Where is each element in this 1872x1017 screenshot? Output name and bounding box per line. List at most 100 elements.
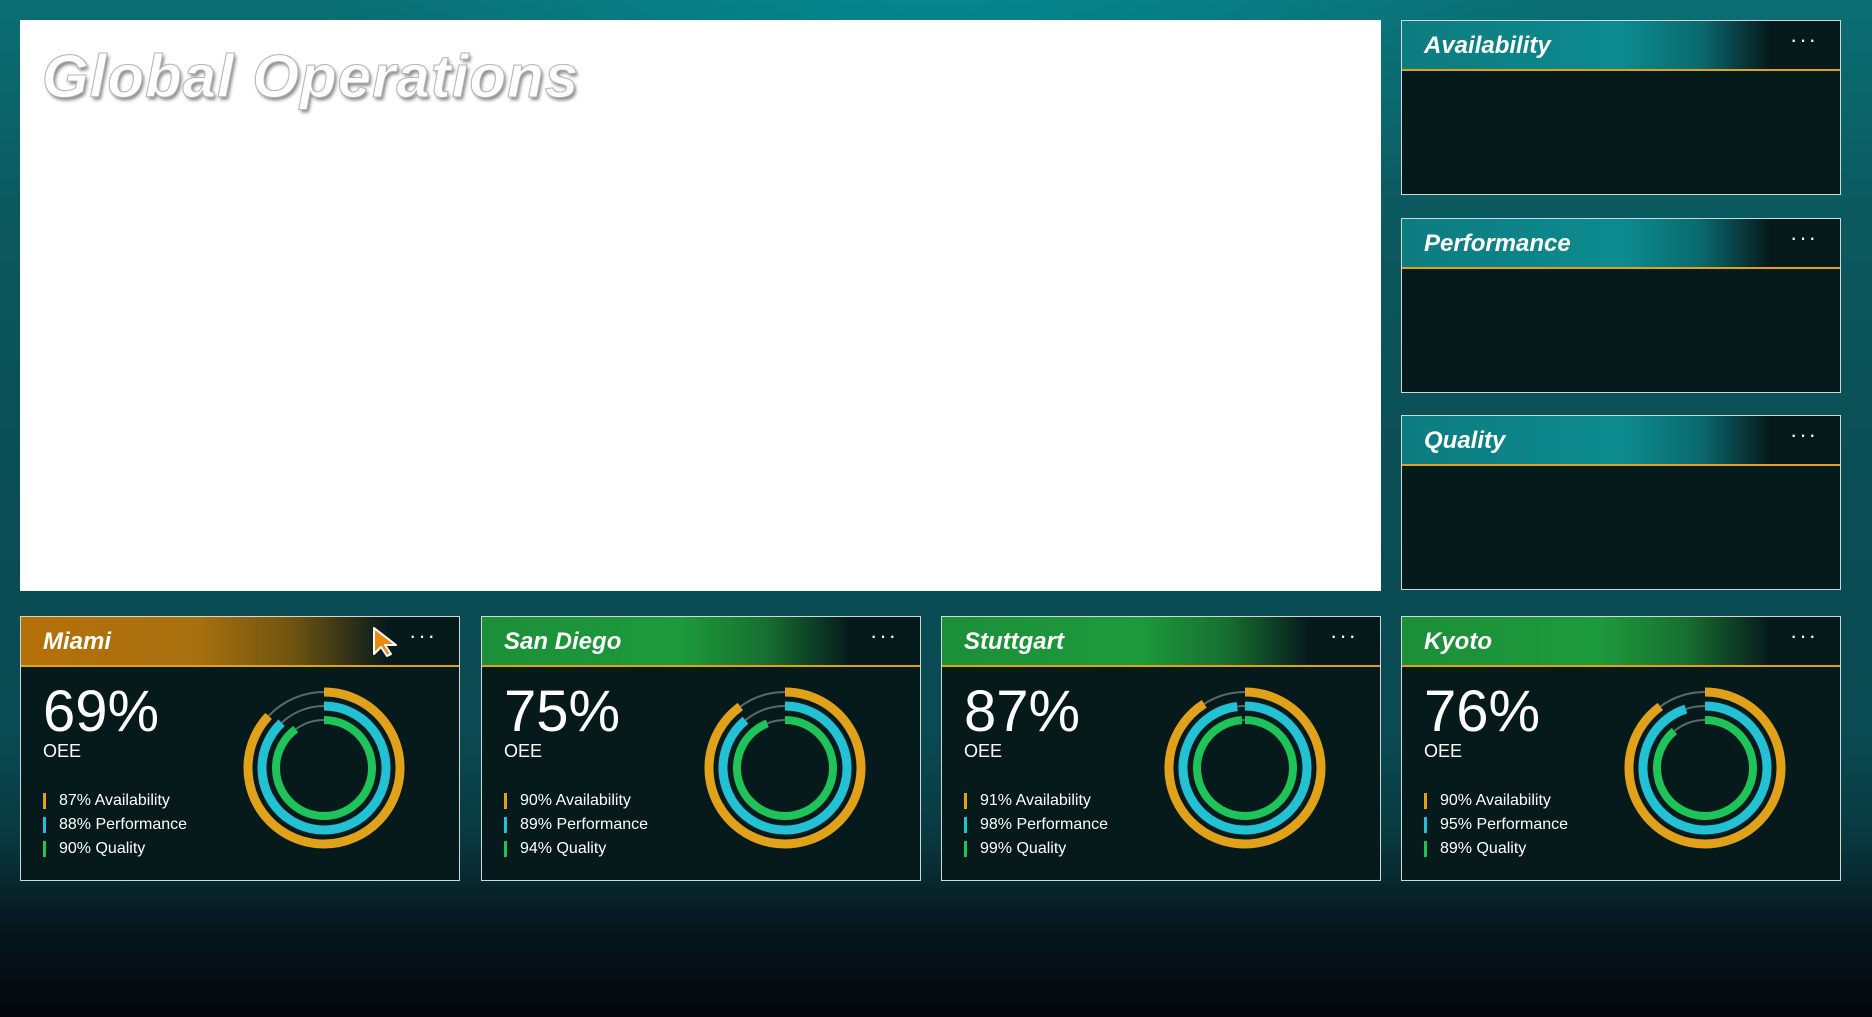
quality-ring-track (1673, 719, 1705, 732)
performance-metric: 89% Performance (504, 813, 648, 837)
card-header: Quality ··· (1402, 416, 1840, 466)
quality-card: Quality ··· (1401, 415, 1841, 590)
availability-metric: 91% Availability (964, 789, 1108, 813)
metric-text: 94% Quality (520, 840, 607, 857)
metric-list: 90% Availability 89% Performance 94% Qua… (504, 789, 648, 861)
oee-donut-chart (1164, 687, 1326, 849)
mouse-cursor-icon (373, 627, 397, 657)
availability-ring-arc (704, 687, 866, 849)
oee-label: OEE (1424, 741, 1463, 761)
availability-ring-track (1659, 691, 1705, 708)
legend-swatch (1424, 793, 1427, 809)
site-name: Stuttgart (964, 628, 1064, 655)
quality-ring-arc (733, 716, 837, 820)
metric-list: 91% Availability 98% Performance 99% Qua… (964, 789, 1108, 861)
more-menu-icon[interactable]: ··· (409, 623, 437, 649)
card-header: Availability ··· (1402, 21, 1840, 71)
oee-value: 87% (964, 679, 1081, 744)
card-header: Kyoto ··· (1402, 617, 1840, 667)
oee-donut-chart (704, 687, 866, 849)
oee-value: 76% (1424, 679, 1541, 744)
quality-metric: 89% Quality (1424, 837, 1568, 861)
oee-label: OEE (43, 741, 82, 761)
more-menu-icon[interactable]: ··· (1790, 623, 1818, 649)
metric-list: 87% Availability 88% Performance 90% Qua… (43, 789, 187, 861)
metric-text: 87% Availability (59, 792, 170, 809)
quality-ring-track (295, 719, 324, 730)
availability-ring-arc (1624, 687, 1786, 849)
performance-card: Performance ··· (1401, 218, 1841, 393)
metric-text: 89% Quality (1440, 840, 1527, 857)
site-card-stuttgart[interactable]: Stuttgart ··· 87% OEE 91% Availability 9… (941, 616, 1381, 881)
card-title: Availability (1424, 32, 1551, 59)
site-card-san-diego[interactable]: San Diego ··· 75% OEE 90% Availability 8… (481, 616, 921, 881)
metric-text: 89% Performance (520, 816, 649, 833)
card-header: San Diego ··· (482, 617, 920, 667)
metric-text: 90% Availability (520, 792, 631, 809)
more-menu-icon[interactable]: ··· (1330, 623, 1358, 649)
site-name: San Diego (504, 628, 622, 655)
site-name: Miami (43, 628, 112, 655)
performance-ring-arc (257, 701, 391, 835)
performance-metric: 88% Performance (43, 813, 187, 837)
oee-value: 75% (504, 679, 621, 744)
more-menu-icon[interactable]: ··· (1790, 225, 1818, 251)
legend-swatch (1424, 817, 1427, 833)
metric-text: 98% Performance (980, 816, 1109, 833)
legend-swatch (43, 817, 46, 833)
metric-text: 90% Availability (1440, 792, 1551, 809)
site-card-kyoto[interactable]: Kyoto ··· 76% OEE 90% Availability 95% P… (1401, 616, 1841, 881)
availability-ring-track (739, 691, 785, 708)
metric-text: 99% Quality (980, 840, 1067, 857)
availability-metric: 90% Availability (504, 789, 648, 813)
legend-swatch (504, 817, 507, 833)
legend-swatch (964, 793, 967, 809)
quality-ring-arc (1193, 716, 1297, 820)
more-menu-icon[interactable]: ··· (1790, 422, 1818, 448)
card-title: Quality (1424, 427, 1506, 454)
performance-ring-track (744, 705, 785, 722)
oee-donut-chart (1624, 687, 1786, 849)
legend-swatch (504, 793, 507, 809)
page-title: Global Operations (41, 43, 580, 111)
quality-metric: 94% Quality (504, 837, 648, 861)
oee-value: 69% (43, 679, 160, 744)
oee-label: OEE (964, 741, 1003, 761)
quality-metric: 99% Quality (964, 837, 1108, 861)
site-name: Kyoto (1424, 628, 1492, 655)
metric-text: 95% Performance (1440, 816, 1569, 833)
performance-metric: 95% Performance (1424, 813, 1568, 837)
more-menu-icon[interactable]: ··· (1790, 27, 1818, 53)
metric-text: 88% Performance (59, 816, 188, 833)
legend-swatch (43, 841, 46, 857)
card-header: Performance ··· (1402, 219, 1840, 269)
quality-metric: 90% Quality (43, 837, 187, 861)
quality-ring-arc (1653, 716, 1757, 820)
metric-text: 90% Quality (59, 840, 146, 857)
performance-ring-track (1685, 705, 1705, 710)
legend-swatch (1424, 841, 1427, 857)
availability-ring-track (1203, 691, 1245, 705)
oee-label: OEE (504, 741, 543, 761)
legend-swatch (964, 841, 967, 857)
availability-metric: 90% Availability (1424, 789, 1568, 813)
legend-swatch (504, 841, 507, 857)
card-header: Stuttgart ··· (942, 617, 1380, 667)
performance-ring-arc (1638, 701, 1772, 835)
card-title: Performance (1424, 230, 1571, 257)
availability-metric: 87% Availability (43, 789, 187, 813)
availability-card: Availability ··· (1401, 20, 1841, 195)
map-panel[interactable]: Global Operations (20, 20, 1381, 591)
performance-ring-arc (1178, 701, 1312, 835)
legend-swatch (964, 817, 967, 833)
performance-metric: 98% Performance (964, 813, 1108, 837)
oee-donut-chart (243, 687, 405, 849)
metric-text: 91% Availability (980, 792, 1091, 809)
quality-ring-track (766, 719, 785, 725)
performance-ring-arc (718, 701, 852, 835)
metric-list: 90% Availability 95% Performance 89% Qua… (1424, 789, 1568, 861)
legend-swatch (43, 793, 46, 809)
more-menu-icon[interactable]: ··· (870, 623, 898, 649)
quality-ring-arc (272, 716, 376, 820)
availability-ring-arc (1164, 687, 1326, 849)
